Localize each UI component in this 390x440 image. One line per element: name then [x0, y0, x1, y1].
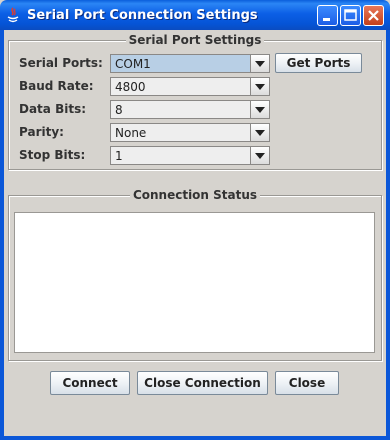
minimize-icon	[323, 18, 330, 21]
close-connection-button[interactable]: Close Connection	[137, 371, 268, 395]
window-content: Serial Port Settings Serial Ports: COM1 …	[4, 30, 386, 436]
maximize-icon	[344, 9, 357, 21]
title-bar[interactable]: Serial Port Connection Settings	[0, 0, 390, 30]
window-frame-bottom	[0, 436, 390, 440]
parity-value: None	[115, 126, 147, 140]
window-frame-right	[386, 30, 390, 440]
serial-ports-select[interactable]: COM1	[110, 54, 270, 73]
maximize-button[interactable]	[340, 5, 361, 26]
serial-port-settings-title: Serial Port Settings	[125, 33, 265, 47]
close-button[interactable]: Close	[275, 371, 339, 395]
chevron-down-icon[interactable]	[250, 101, 269, 118]
stop-bits-value: 1	[115, 149, 123, 163]
connection-status-title: Connection Status	[129, 188, 261, 202]
baud-rate-value: 4800	[115, 80, 146, 94]
java-app-icon	[6, 7, 20, 24]
connection-status-group: Connection Status	[8, 188, 382, 361]
data-bits-label: Data Bits:	[19, 102, 87, 116]
baud-rate-label: Baud Rate:	[19, 79, 94, 93]
stop-bits-select[interactable]: 1	[110, 146, 270, 165]
minimize-button[interactable]	[317, 5, 338, 26]
chevron-down-icon[interactable]	[250, 78, 269, 95]
close-icon	[368, 10, 379, 21]
get-ports-button[interactable]: Get Ports	[275, 53, 362, 73]
baud-rate-select[interactable]: 4800	[110, 77, 270, 96]
parity-select[interactable]: None	[110, 123, 270, 142]
data-bits-select[interactable]: 8	[110, 100, 270, 119]
chevron-down-icon[interactable]	[250, 55, 269, 72]
parity-label: Parity:	[19, 125, 64, 139]
connection-status-textarea[interactable]	[14, 212, 375, 353]
data-bits-value: 8	[115, 103, 123, 117]
stop-bits-label: Stop Bits:	[19, 148, 86, 162]
serial-ports-label: Serial Ports:	[19, 56, 103, 70]
app-window: Serial Port Connection Settings Serial P…	[0, 0, 390, 440]
window-title: Serial Port Connection Settings	[27, 8, 258, 23]
serial-port-settings-group: Serial Port Settings Serial Ports: COM1 …	[8, 33, 382, 170]
serial-ports-value: COM1	[115, 57, 151, 71]
close-window-button[interactable]	[363, 5, 384, 26]
connect-button[interactable]: Connect	[50, 371, 130, 395]
chevron-down-icon[interactable]	[250, 124, 269, 141]
chevron-down-icon[interactable]	[250, 147, 269, 164]
